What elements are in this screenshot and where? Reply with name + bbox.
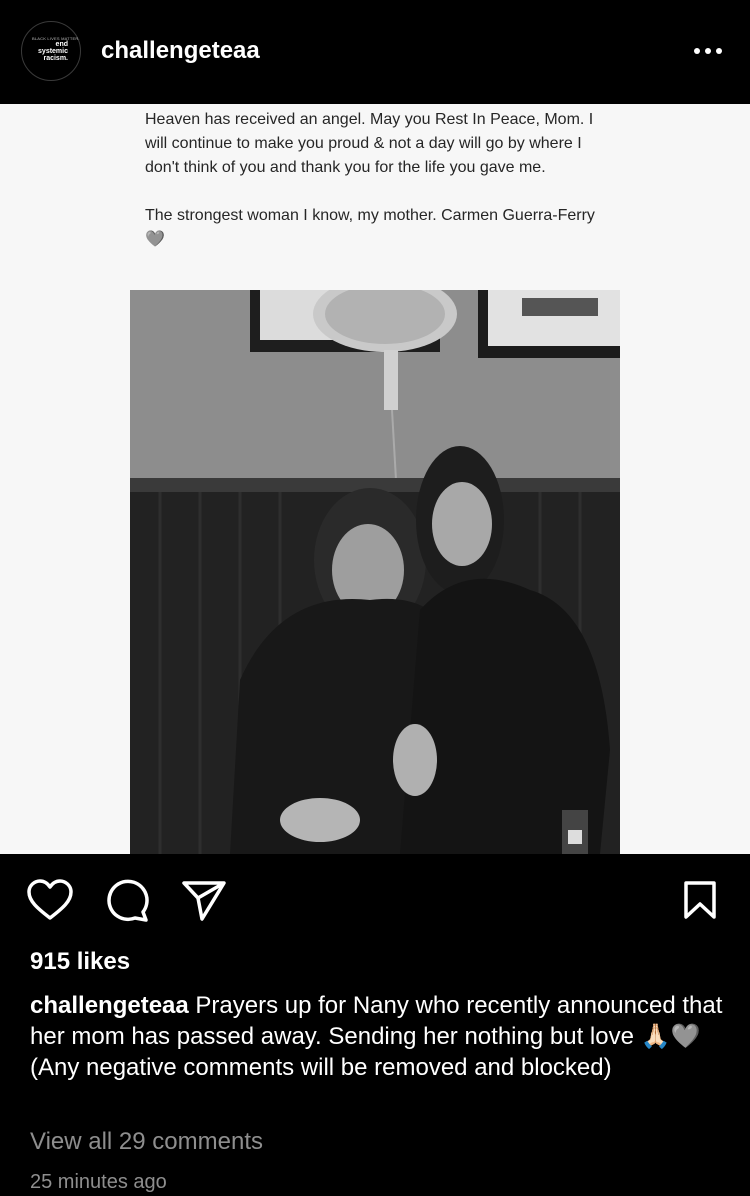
heart-icon[interactable]: [26, 876, 74, 924]
more-options-icon[interactable]: [694, 48, 722, 56]
post-text-paragraph-1: Heaven has received an angel. May you Re…: [145, 111, 594, 176]
send-icon[interactable]: [180, 876, 228, 924]
username[interactable]: challengeteaa: [101, 36, 260, 66]
likes-count[interactable]: 915 likes: [30, 946, 130, 978]
avatar-small-text: BLACK LIVES MATTER.: [32, 36, 80, 41]
avatar-line-3: racism.: [43, 54, 68, 62]
timestamp: 25 minutes ago: [30, 1171, 167, 1193]
view-all-comments-link[interactable]: View all 29 comments: [30, 1126, 263, 1158]
post-image[interactable]: Heaven has received an angel. May you Re…: [0, 104, 750, 854]
avatar-line-2: systemic: [38, 47, 68, 55]
action-bar: [0, 854, 750, 950]
post-image-text: Heaven has received an angel. May you Re…: [145, 108, 615, 276]
post-text-paragraph-2: The strongest woman I know, my mother. C…: [145, 207, 595, 248]
post-header: BLACK LIVES MATTER. end systemic racism.…: [0, 0, 750, 104]
caption: challengeteaa Prayers up for Nany who re…: [30, 990, 730, 1083]
bookmark-icon[interactable]: [676, 876, 724, 924]
avatar[interactable]: BLACK LIVES MATTER. end systemic racism.: [21, 21, 81, 81]
comment-icon[interactable]: [103, 876, 151, 924]
photo: [130, 290, 620, 854]
avatar-line-1: end: [55, 40, 68, 48]
caption-username[interactable]: challengeteaa: [30, 992, 189, 1019]
